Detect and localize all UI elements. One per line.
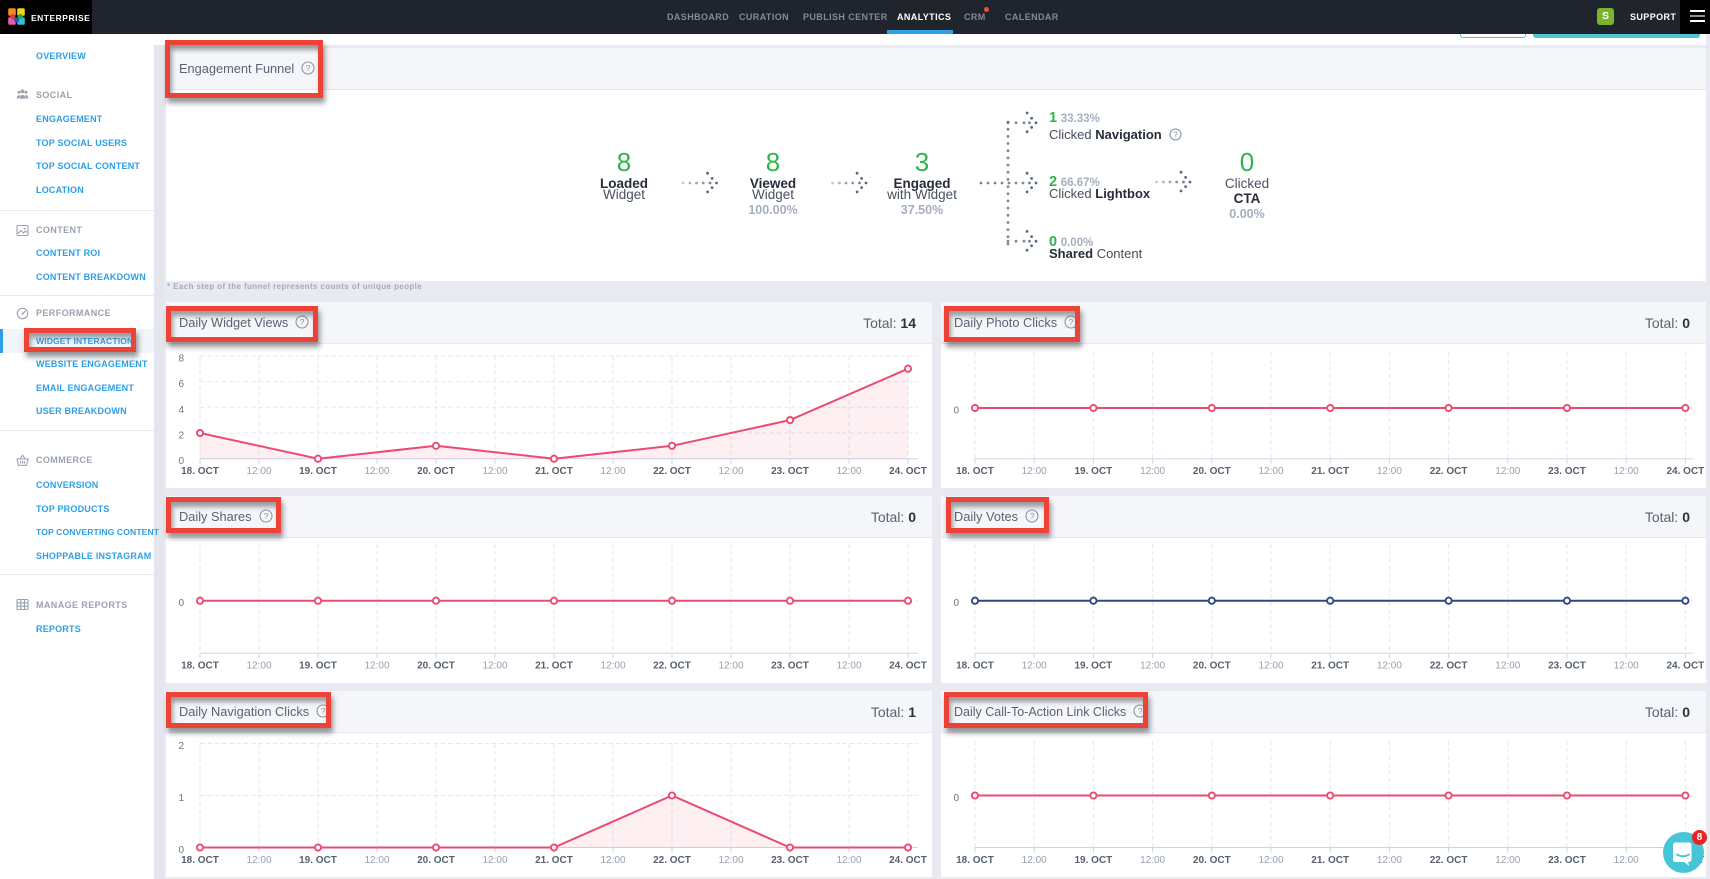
svg-text:12:00: 12:00 bbox=[1377, 855, 1402, 866]
svg-text:20. OCT: 20. OCT bbox=[417, 855, 455, 866]
svg-text:12:00: 12:00 bbox=[600, 466, 625, 477]
svg-text:21. OCT: 21. OCT bbox=[535, 661, 573, 672]
svg-text:2: 2 bbox=[178, 741, 184, 752]
svg-text:19. OCT: 19. OCT bbox=[1075, 466, 1113, 477]
svg-text:12:00: 12:00 bbox=[1614, 466, 1639, 477]
svg-text:19. OCT: 19. OCT bbox=[299, 466, 337, 477]
svg-text:12:00: 12:00 bbox=[364, 661, 389, 672]
svg-text:?: ? bbox=[1173, 130, 1178, 139]
svg-text:21. OCT: 21. OCT bbox=[1311, 855, 1349, 866]
svg-text:12:00: 12:00 bbox=[1258, 466, 1283, 477]
svg-text:12:00: 12:00 bbox=[600, 661, 625, 672]
svg-text:0: 0 bbox=[178, 598, 184, 609]
svg-text:1: 1 bbox=[178, 793, 184, 804]
svg-text:24. OCT: 24. OCT bbox=[1667, 661, 1705, 672]
svg-text:23. OCT: 23. OCT bbox=[1548, 466, 1586, 477]
svg-text:12:00: 12:00 bbox=[836, 855, 861, 866]
svg-text:12:00: 12:00 bbox=[1258, 855, 1283, 866]
svg-text:12:00: 12:00 bbox=[1022, 466, 1047, 477]
svg-text:24. OCT: 24. OCT bbox=[889, 466, 927, 477]
svg-text:19. OCT: 19. OCT bbox=[299, 855, 337, 866]
svg-text:12:00: 12:00 bbox=[482, 661, 507, 672]
svg-text:12:00: 12:00 bbox=[1614, 855, 1639, 866]
svg-text:23. OCT: 23. OCT bbox=[1548, 855, 1586, 866]
svg-text:12:00: 12:00 bbox=[482, 466, 507, 477]
svg-text:18. OCT: 18. OCT bbox=[181, 466, 219, 477]
svg-text:18. OCT: 18. OCT bbox=[956, 855, 994, 866]
svg-text:22. OCT: 22. OCT bbox=[653, 466, 691, 477]
svg-text:12:00: 12:00 bbox=[1022, 661, 1047, 672]
svg-text:0: 0 bbox=[953, 793, 959, 804]
svg-text:2: 2 bbox=[178, 431, 184, 442]
svg-text:18. OCT: 18. OCT bbox=[956, 661, 994, 672]
svg-text:18. OCT: 18. OCT bbox=[181, 855, 219, 866]
svg-text:12:00: 12:00 bbox=[246, 466, 271, 477]
svg-text:20. OCT: 20. OCT bbox=[417, 466, 455, 477]
svg-text:12:00: 12:00 bbox=[718, 855, 743, 866]
svg-text:21. OCT: 21. OCT bbox=[1311, 661, 1349, 672]
svg-text:4: 4 bbox=[178, 405, 184, 416]
svg-text:21. OCT: 21. OCT bbox=[535, 855, 573, 866]
svg-text:12:00: 12:00 bbox=[1022, 855, 1047, 866]
svg-text:12:00: 12:00 bbox=[1377, 661, 1402, 672]
svg-text:0: 0 bbox=[953, 598, 959, 609]
svg-text:22. OCT: 22. OCT bbox=[1430, 855, 1468, 866]
svg-text:12:00: 12:00 bbox=[718, 661, 743, 672]
svg-text:22. OCT: 22. OCT bbox=[1430, 466, 1468, 477]
svg-text:12:00: 12:00 bbox=[1140, 855, 1165, 866]
svg-text:24. OCT: 24. OCT bbox=[889, 661, 927, 672]
svg-text:19. OCT: 19. OCT bbox=[1075, 661, 1113, 672]
svg-text:19. OCT: 19. OCT bbox=[299, 661, 337, 672]
svg-text:12:00: 12:00 bbox=[1614, 661, 1639, 672]
svg-text:23. OCT: 23. OCT bbox=[771, 466, 809, 477]
svg-text:12:00: 12:00 bbox=[246, 855, 271, 866]
svg-text:12:00: 12:00 bbox=[718, 466, 743, 477]
svg-text:12:00: 12:00 bbox=[364, 466, 389, 477]
svg-text:20. OCT: 20. OCT bbox=[417, 661, 455, 672]
svg-text:12:00: 12:00 bbox=[482, 855, 507, 866]
svg-text:12:00: 12:00 bbox=[600, 855, 625, 866]
svg-text:8: 8 bbox=[178, 353, 184, 364]
svg-text:24. OCT: 24. OCT bbox=[1667, 466, 1705, 477]
svg-text:18. OCT: 18. OCT bbox=[956, 466, 994, 477]
svg-text:22. OCT: 22. OCT bbox=[1430, 661, 1468, 672]
svg-text:22. OCT: 22. OCT bbox=[653, 661, 691, 672]
svg-text:12:00: 12:00 bbox=[836, 466, 861, 477]
svg-text:12:00: 12:00 bbox=[364, 855, 389, 866]
svg-text:12:00: 12:00 bbox=[1495, 661, 1520, 672]
svg-text:23. OCT: 23. OCT bbox=[771, 661, 809, 672]
svg-text:6: 6 bbox=[178, 379, 184, 390]
svg-text:22. OCT: 22. OCT bbox=[653, 855, 691, 866]
svg-text:18. OCT: 18. OCT bbox=[181, 661, 219, 672]
svg-text:12:00: 12:00 bbox=[1495, 466, 1520, 477]
svg-text:23. OCT: 23. OCT bbox=[1548, 661, 1586, 672]
svg-text:0: 0 bbox=[953, 406, 959, 417]
svg-text:19. OCT: 19. OCT bbox=[1075, 855, 1113, 866]
svg-text:12:00: 12:00 bbox=[836, 661, 861, 672]
svg-text:12:00: 12:00 bbox=[1140, 466, 1165, 477]
svg-text:20. OCT: 20. OCT bbox=[1193, 661, 1231, 672]
svg-text:21. OCT: 21. OCT bbox=[1311, 466, 1349, 477]
svg-text:24. OCT: 24. OCT bbox=[889, 855, 927, 866]
svg-text:20. OCT: 20. OCT bbox=[1193, 466, 1231, 477]
svg-text:12:00: 12:00 bbox=[1377, 466, 1402, 477]
svg-text:23. OCT: 23. OCT bbox=[771, 855, 809, 866]
svg-text:20. OCT: 20. OCT bbox=[1193, 855, 1231, 866]
svg-text:12:00: 12:00 bbox=[246, 661, 271, 672]
svg-text:12:00: 12:00 bbox=[1258, 661, 1283, 672]
svg-text:12:00: 12:00 bbox=[1495, 855, 1520, 866]
svg-text:21. OCT: 21. OCT bbox=[535, 466, 573, 477]
svg-text:12:00: 12:00 bbox=[1140, 661, 1165, 672]
